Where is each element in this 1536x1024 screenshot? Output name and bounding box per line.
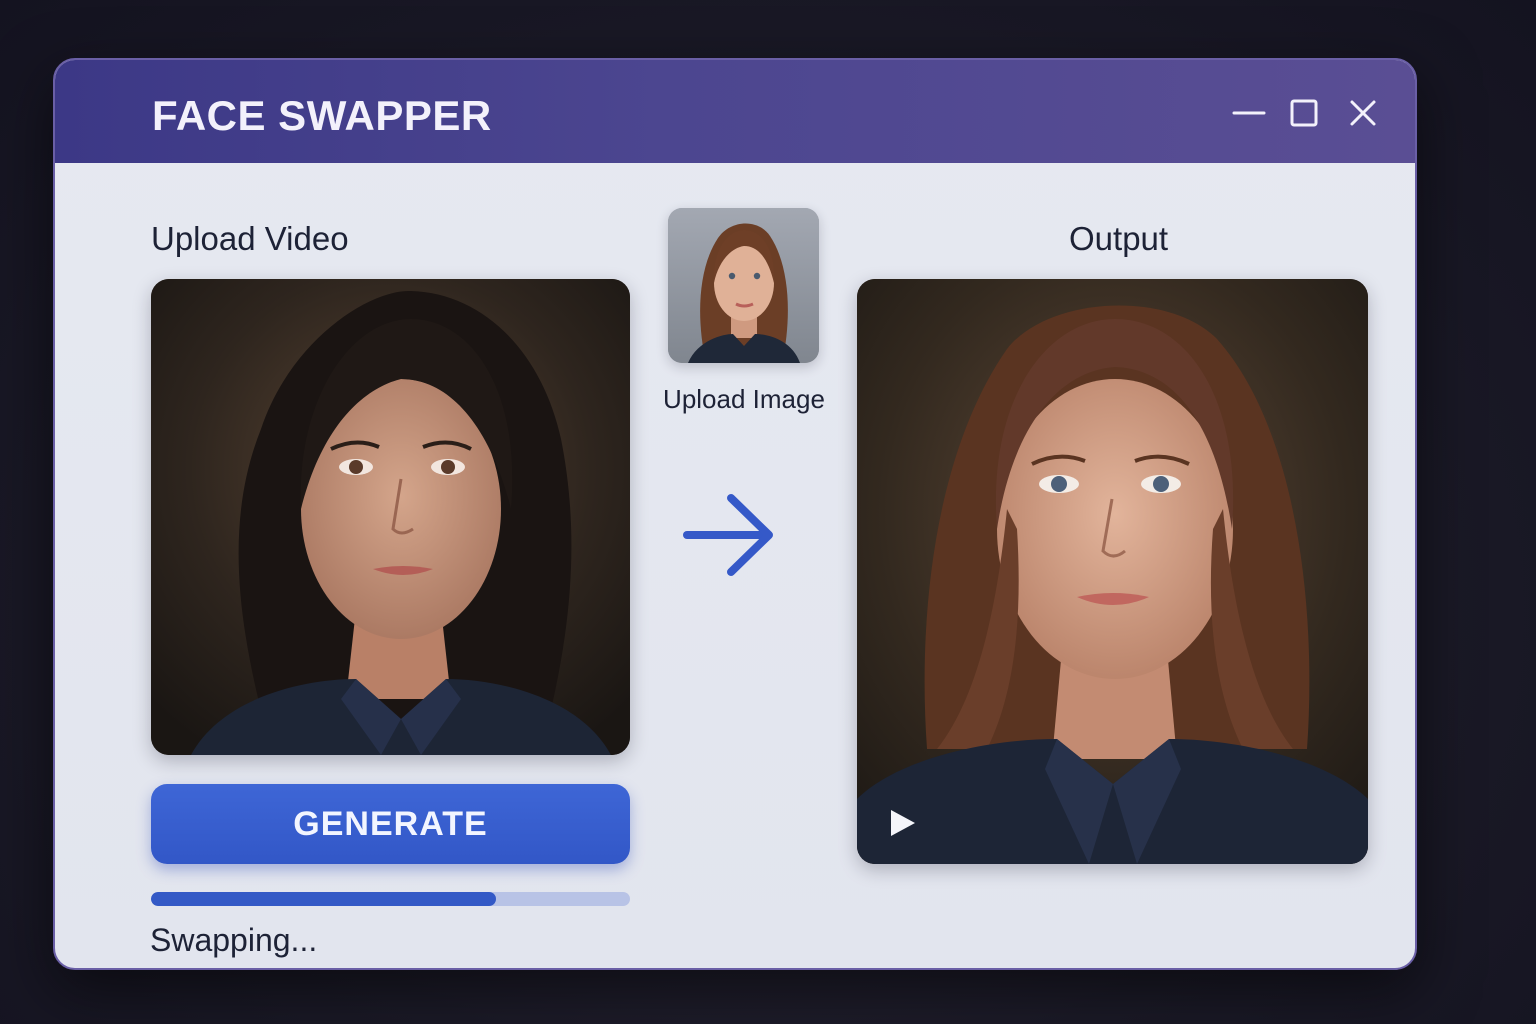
app-title: FACE SWAPPER — [152, 92, 492, 139]
upload-video-dropzone[interactable] — [151, 279, 630, 755]
output-video-player[interactable] — [857, 279, 1368, 864]
minimize-button[interactable] — [1232, 96, 1266, 130]
upload-image-label: Upload Image — [663, 384, 825, 414]
status-text: Swapping... — [150, 922, 318, 958]
source-face-image — [668, 208, 819, 363]
play-icon[interactable] — [887, 808, 917, 838]
maximize-button[interactable] — [1287, 96, 1321, 130]
minimize-icon — [1232, 111, 1266, 115]
progress-fill — [151, 892, 496, 906]
close-button[interactable] — [1346, 96, 1380, 130]
output-video-frame — [857, 279, 1368, 864]
maximize-icon — [1290, 99, 1318, 127]
arrow-right-icon — [683, 494, 773, 576]
source-video-frame — [151, 279, 630, 755]
generate-button[interactable]: GENERATE — [151, 784, 630, 864]
progress-bar — [151, 892, 630, 906]
output-label: Output — [1069, 220, 1169, 257]
close-icon — [1350, 100, 1376, 126]
app-window: FACE SWAPPER Upload Video GENERATE Swapp… — [53, 58, 1417, 970]
upload-image-thumbnail[interactable] — [668, 208, 819, 363]
title-bar: FACE SWAPPER — [55, 60, 1415, 163]
upload-video-label: Upload Video — [151, 220, 349, 257]
